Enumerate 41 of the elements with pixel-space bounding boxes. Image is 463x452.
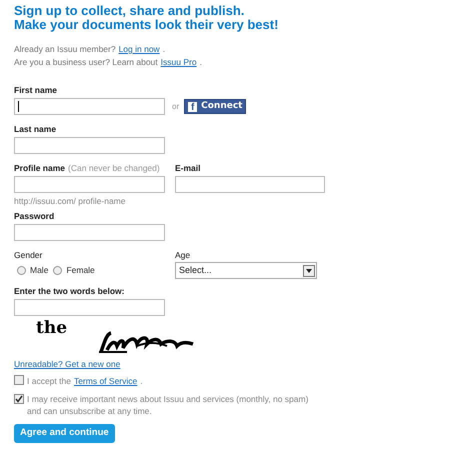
radio-label: Female xyxy=(66,264,95,277)
or-text: or xyxy=(172,100,180,112)
field-label: Profile name xyxy=(14,163,66,174)
field-note: (Can never be changed) xyxy=(68,163,160,174)
checkbox-label: I accept the xyxy=(27,375,71,387)
field-label: Password xyxy=(14,211,54,222)
input-field[interactable] xyxy=(14,224,165,241)
heading: Sign up to collect, share and publish. xyxy=(14,4,246,18)
input-field[interactable] xyxy=(14,299,165,316)
link[interactable]: Terms of Service xyxy=(74,375,138,387)
age-dropdown[interactable]: Select... xyxy=(175,262,317,279)
input-field[interactable] xyxy=(14,176,165,193)
checkbox[interactable] xyxy=(14,375,24,385)
field-label: Gender xyxy=(14,250,44,261)
link[interactable]: Unreadable? Get a new one xyxy=(14,359,120,370)
checkbox[interactable] xyxy=(14,394,24,404)
radio-button[interactable] xyxy=(53,266,62,275)
hint-text: http://issuu.com/ profile-name xyxy=(14,196,126,207)
input-field[interactable] xyxy=(175,176,325,193)
input-field[interactable] xyxy=(14,98,165,115)
punctuation: . xyxy=(162,43,166,55)
intro-text: Already an Issuu member? xyxy=(14,43,116,55)
link[interactable]: Log in now xyxy=(118,43,160,55)
field-label: First name xyxy=(14,85,57,96)
field-label: Age xyxy=(175,250,192,261)
field-label: E-mail xyxy=(175,163,201,174)
agree-button[interactable]: Agree and continue xyxy=(14,424,115,443)
punctuation: . xyxy=(200,56,202,68)
field-label: Enter the two words below: xyxy=(14,286,125,297)
intro-text: Are you a business user? Learn about xyxy=(14,56,158,68)
punctuation: . xyxy=(140,375,143,387)
captcha-word: the xyxy=(36,319,68,337)
checkbox-label: I may receive important news about Issuu and services (monthly, no spam) and can unsubscribe at any time. xyxy=(27,393,310,417)
field-label: Last name xyxy=(14,124,56,135)
radio-button[interactable] xyxy=(17,266,26,275)
heading: Make your documents look their very best! xyxy=(14,18,280,32)
radio-label: Male xyxy=(30,264,48,277)
facebook-connect-button[interactable]: f Connect xyxy=(184,99,246,114)
link[interactable]: Issuu Pro xyxy=(160,56,197,68)
input-field[interactable] xyxy=(14,137,165,154)
text-cursor xyxy=(18,101,19,112)
